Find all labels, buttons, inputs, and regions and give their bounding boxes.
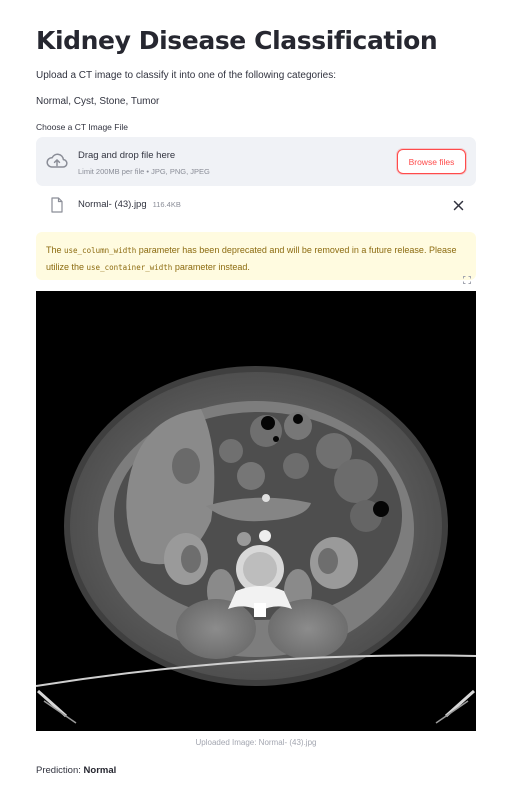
deprecation-warning: The use_column_width parameter has been … xyxy=(36,232,476,280)
intro-text: Upload a CT image to classify it into on… xyxy=(36,70,336,81)
dropzone-instructions: Drag and drop file here xyxy=(78,150,176,161)
uploader-label: Choose a CT Image File xyxy=(36,122,128,132)
uploaded-file-row: Normal- (43).jpg 116.4KB xyxy=(36,195,476,217)
categories-text: Normal, Cyst, Stone, Tumor xyxy=(36,96,160,107)
cloud-upload-icon xyxy=(46,153,68,168)
uploaded-file-name: Normal- (43).jpg xyxy=(78,199,147,210)
prediction-result: Prediction: Normal xyxy=(36,765,116,776)
uploaded-file-size: 116.4KB xyxy=(152,200,181,209)
warning-text-1: The xyxy=(46,245,65,255)
image-caption: Uploaded Image: Normal- (43).jpg xyxy=(195,738,317,747)
warning-code-container-width: use_container_width xyxy=(86,263,173,272)
close-icon[interactable] xyxy=(453,200,464,211)
warning-text-3: parameter instead. xyxy=(172,262,250,272)
ct-scan-image xyxy=(35,291,477,731)
prediction-value: Normal xyxy=(83,765,117,776)
dropzone-limit: Limit 200MB per file • JPG, PNG, JPEG xyxy=(78,167,210,176)
file-dropzone[interactable]: Drag and drop file here Limit 200MB per … xyxy=(36,137,476,186)
browse-files-button[interactable]: Browse files xyxy=(397,149,466,174)
prediction-label: Prediction: xyxy=(36,765,84,776)
page-title: Kidney Disease Classification xyxy=(36,26,438,55)
warning-code-column-width: use_column_width xyxy=(64,246,137,255)
file-icon xyxy=(51,197,63,213)
fullscreen-icon[interactable] xyxy=(459,273,475,287)
